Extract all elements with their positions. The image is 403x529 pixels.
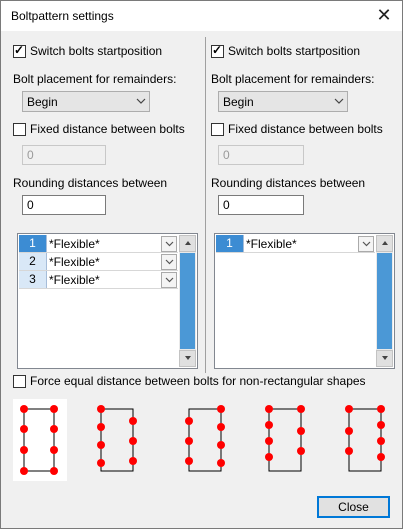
bolt-pattern-option-4[interactable]	[257, 399, 311, 481]
bolt-pattern-option-1[interactable]	[13, 399, 67, 481]
grid-body: 1 *Flexible* 2 *Flexible* 3 *Flexible*	[19, 235, 178, 367]
chevron-down-icon[interactable]	[161, 271, 177, 288]
rounding-label: Rounding distances between	[211, 176, 366, 190]
row-number: 1	[19, 235, 47, 252]
rounding-label: Rounding distances between	[13, 176, 168, 190]
switch-bolts-label: Switch bolts startposition	[30, 44, 163, 58]
chevron-down-icon	[133, 96, 149, 107]
row-number: 3	[19, 271, 47, 288]
placement-dropdown-right[interactable]: Begin	[218, 91, 348, 112]
row-value: *Flexible*	[49, 272, 100, 287]
grid-scrollbar[interactable]	[376, 235, 393, 367]
row-cell[interactable]: *Flexible*	[47, 253, 178, 270]
close-button[interactable]: Close	[317, 496, 390, 518]
placement-label: Bolt placement for remainders:	[13, 72, 177, 86]
table-row[interactable]: 3 *Flexible*	[19, 271, 178, 289]
placement-value: Begin	[27, 94, 58, 109]
fixed-distance-label: Fixed distance between bolts	[228, 122, 383, 136]
dialog-window: Boltpattern settings ✕ Switch bolts star…	[0, 0, 403, 529]
scroll-thumb[interactable]	[180, 253, 195, 349]
row-value: *Flexible*	[246, 236, 297, 251]
chevron-down-icon[interactable]	[358, 235, 374, 252]
fixed-distance-checkbox-right[interactable]: Fixed distance between bolts	[211, 121, 383, 137]
switch-bolts-checkbox-left[interactable]: Switch bolts startposition	[13, 43, 162, 59]
row-value: *Flexible*	[49, 236, 100, 251]
placement-dropdown-left[interactable]: Begin	[22, 91, 150, 112]
arrow-up-icon[interactable]	[179, 235, 196, 252]
right-settings-panel: Switch bolts startposition Bolt placemen…	[205, 37, 395, 373]
bolt-pattern-3-icon	[185, 405, 225, 472]
row-number: 1	[216, 235, 244, 252]
checkbox-box[interactable]	[211, 122, 224, 136]
checkbox-box[interactable]	[13, 43, 26, 58]
table-row[interactable]: 1 *Flexible*	[19, 235, 178, 253]
checkbox-box[interactable]	[211, 43, 224, 58]
grid-body: 1 *Flexible*	[216, 235, 375, 367]
placement-label: Bolt placement for remainders:	[211, 72, 375, 86]
arrow-down-icon[interactable]	[376, 350, 393, 367]
row-cell[interactable]: *Flexible*	[47, 235, 178, 252]
checkbox-box[interactable]	[13, 374, 26, 388]
chevron-down-icon[interactable]	[161, 253, 177, 270]
force-equal-distance-checkbox[interactable]: Force equal distance between bolts for n…	[13, 373, 366, 389]
table-row[interactable]: 1 *Flexible*	[216, 235, 375, 253]
row-number: 2	[19, 253, 47, 270]
bolt-pattern-option-3[interactable]	[177, 399, 231, 481]
fixed-distance-checkbox-left[interactable]: Fixed distance between bolts	[13, 121, 185, 137]
rounding-input-left[interactable]: 0	[22, 195, 106, 215]
switch-bolts-label: Switch bolts startposition	[228, 44, 361, 58]
grid-scrollbar[interactable]	[179, 235, 196, 367]
bolt-rows-grid-right: 1 *Flexible*	[214, 233, 395, 369]
row-value: *Flexible*	[49, 254, 100, 269]
chevron-down-icon[interactable]	[161, 235, 177, 252]
chevron-down-icon	[331, 96, 347, 107]
fixed-distance-input-left: 0	[22, 145, 106, 165]
bolt-pattern-4-icon	[265, 405, 305, 472]
fixed-distance-label: Fixed distance between bolts	[30, 122, 185, 136]
force-equal-label: Force equal distance between bolts for n…	[30, 374, 366, 388]
bolt-rows-grid-left: 1 *Flexible* 2 *Flexible* 3 *Flexible*	[17, 233, 198, 369]
switch-bolts-checkbox-right[interactable]: Switch bolts startposition	[211, 43, 360, 59]
bolt-pattern-5-icon	[345, 405, 385, 472]
table-row[interactable]: 2 *Flexible*	[19, 253, 178, 271]
fixed-distance-input-right: 0	[218, 145, 304, 165]
bolt-pattern-2-icon	[97, 405, 137, 472]
checkbox-box[interactable]	[13, 122, 26, 136]
scroll-thumb[interactable]	[377, 253, 392, 349]
title-bar: Boltpattern settings ✕	[1, 1, 402, 31]
window-title: Boltpattern settings	[11, 9, 114, 23]
arrow-up-icon[interactable]	[376, 235, 393, 252]
rounding-input-right[interactable]: 0	[218, 195, 304, 215]
placement-value: Begin	[223, 94, 254, 109]
bolt-pattern-option-2[interactable]	[89, 399, 143, 481]
arrow-down-icon[interactable]	[179, 350, 196, 367]
bolt-pattern-1-icon	[20, 405, 58, 475]
close-icon[interactable]: ✕	[374, 5, 394, 25]
bolt-pattern-option-5[interactable]	[337, 399, 391, 481]
row-cell[interactable]: *Flexible*	[244, 235, 375, 252]
row-cell[interactable]: *Flexible*	[47, 271, 178, 288]
left-settings-panel: Switch bolts startposition Bolt placemen…	[9, 37, 201, 373]
